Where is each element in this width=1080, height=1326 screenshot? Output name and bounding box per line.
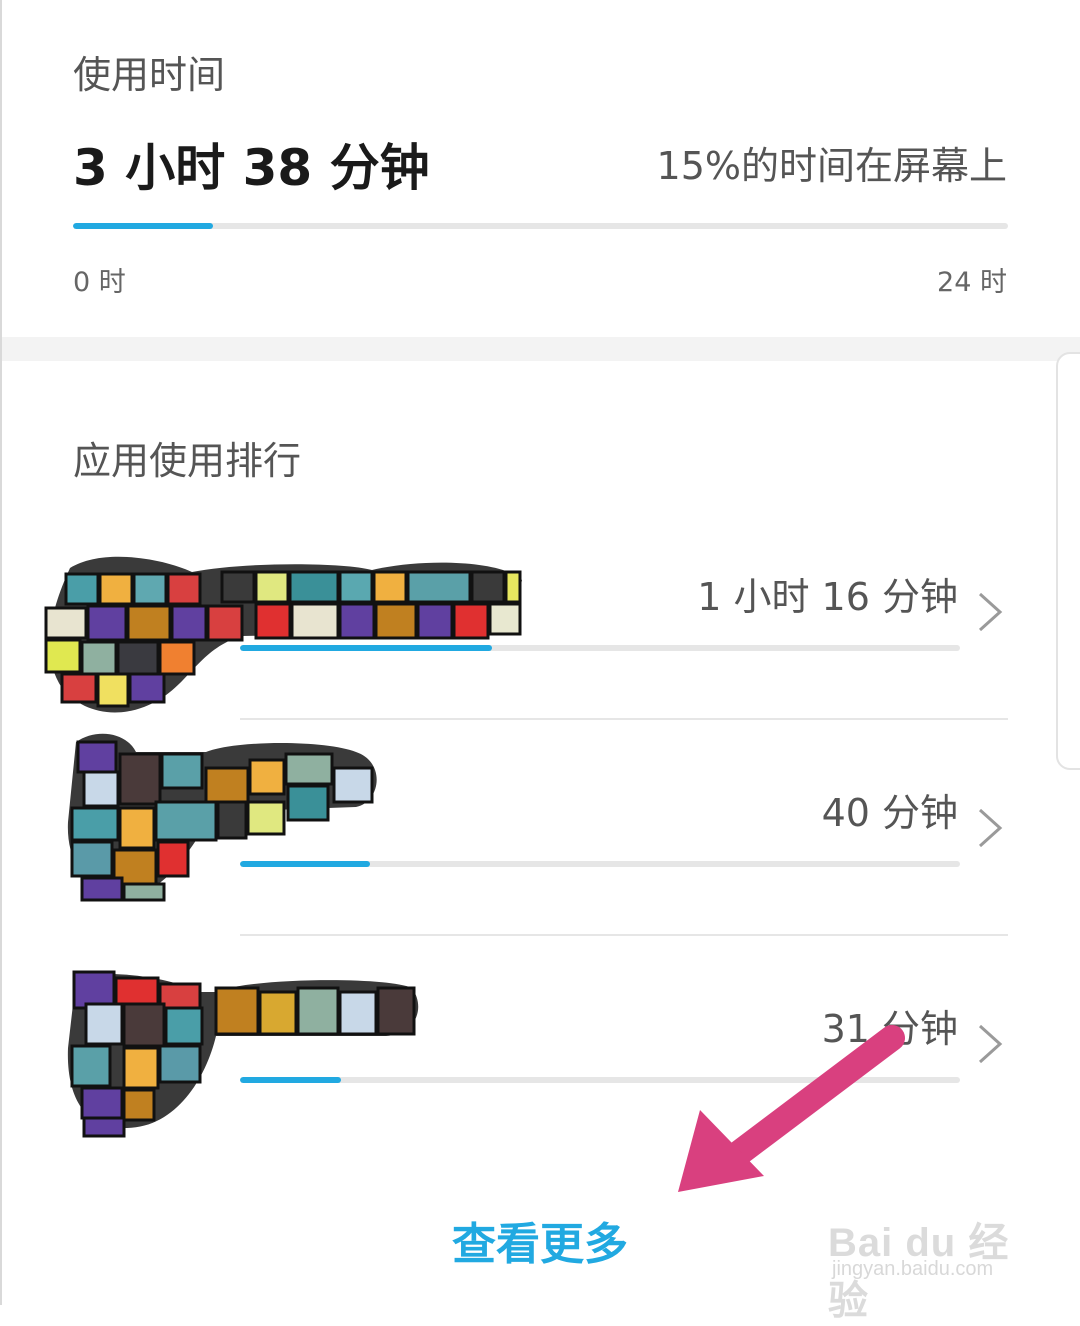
app-usage-time: 1 小时 16 分钟 — [697, 575, 958, 619]
row-divider — [240, 934, 1008, 936]
app-usage-track — [240, 645, 960, 651]
usage-percent-text: 15%的时间在屏幕上 — [656, 144, 1007, 188]
app-usage-track — [240, 861, 960, 867]
app-row[interactable]: 1 小时 16 分钟 — [0, 530, 1080, 746]
annotation-arrow — [678, 1025, 905, 1192]
usage-section-title: 使用时间 — [73, 53, 226, 97]
ranking-section-title: 应用使用排行 — [73, 439, 302, 483]
watermark-domain: jingyan.baidu.com — [832, 1258, 994, 1280]
app-usage-fill — [240, 1077, 341, 1083]
usage-total-time: 3 小时 38 分钟 — [73, 139, 430, 197]
scale-min-label: 0 时 — [73, 267, 126, 298]
chevron-right-icon[interactable] — [976, 590, 1004, 634]
app-usage-fill — [240, 645, 492, 651]
chevron-right-icon[interactable] — [976, 1022, 1004, 1066]
app-row[interactable]: 31 分钟 — [0, 962, 1080, 1178]
usage-progress-track — [73, 223, 1008, 229]
app-name-redacted — [66, 968, 546, 1138]
app-name-redacted — [42, 548, 522, 718]
scale-max-label: 24 时 — [937, 267, 1007, 298]
app-row[interactable]: 40 分钟 — [0, 733, 1080, 962]
usage-progress-fill — [73, 223, 214, 229]
row-divider — [240, 718, 1008, 720]
chevron-right-icon[interactable] — [976, 806, 1004, 850]
baidu-watermark: Bai du 经验 jingyan.baidu.com — [828, 1210, 1028, 1323]
app-usage-time: 40 分钟 — [821, 791, 958, 835]
app-name-redacted — [66, 732, 546, 902]
section-divider — [2, 337, 1080, 361]
app-usage-fill — [240, 861, 370, 867]
